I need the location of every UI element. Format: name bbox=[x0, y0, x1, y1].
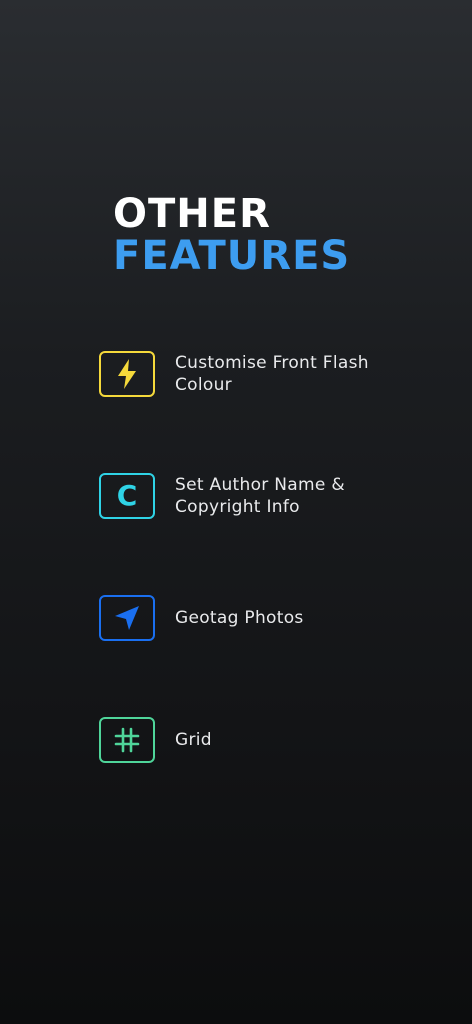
title-line-other: OTHER bbox=[113, 191, 271, 237]
lightning-icon bbox=[118, 359, 136, 389]
feature-front-flash: Customise Front Flash Colour bbox=[99, 349, 399, 399]
geotag-icon-box bbox=[99, 595, 155, 641]
page-title: OTHER FEATURES bbox=[113, 193, 350, 277]
feature-label: Customise Front Flash Colour bbox=[175, 353, 369, 395]
author-icon-box: C bbox=[99, 473, 155, 519]
feature-grid: Grid bbox=[99, 715, 399, 765]
feature-label: Grid bbox=[175, 730, 212, 750]
location-arrow-icon bbox=[115, 606, 139, 630]
grid-icon-box bbox=[99, 717, 155, 763]
flash-icon-box bbox=[99, 351, 155, 397]
feature-label: Geotag Photos bbox=[175, 608, 304, 628]
letter-c-icon: C bbox=[116, 479, 138, 512]
feature-label: Set Author Name & Copyright Info bbox=[175, 475, 345, 517]
feature-geotag: Geotag Photos bbox=[99, 593, 399, 643]
feature-author-copyright: C Set Author Name & Copyright Info bbox=[99, 471, 399, 521]
title-line-features: FEATURES bbox=[113, 233, 351, 279]
grid-hash-icon bbox=[114, 727, 140, 753]
